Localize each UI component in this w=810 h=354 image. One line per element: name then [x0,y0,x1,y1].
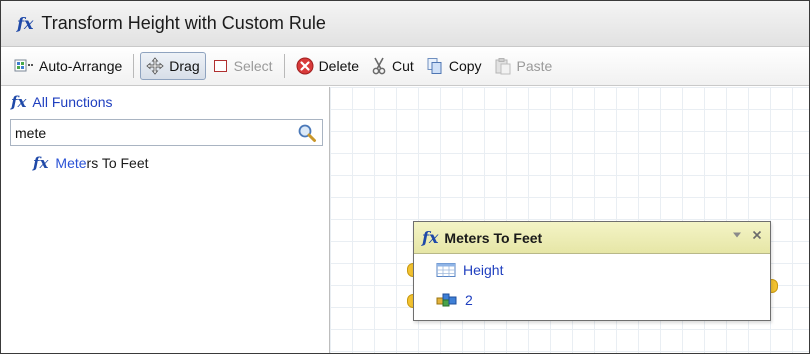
copy-button[interactable]: Copy [421,52,487,80]
node-header[interactable]: fx Meters To Feet [414,222,770,254]
function-icon: fx [33,153,49,172]
paste-label: Paste [516,58,553,74]
node-input-label: Height [463,262,504,278]
select-label: Select [233,58,273,74]
node-title: Meters To Feet [444,229,543,246]
select-box-icon [213,58,229,74]
node-input-label: 2 [465,292,473,308]
node-controls [722,230,762,240]
paste-button[interactable]: Paste [489,52,558,80]
function-icon: fx [422,227,439,247]
table-field-icon [436,262,456,278]
close-icon[interactable] [752,230,762,240]
toolbar: Auto-Arrange Drag Select Delete Cut Copy… [1,47,809,86]
copy-icon [426,57,444,75]
functions-panel: fx All Functions fx Meters To Feet [1,87,330,353]
drag-label: Drag [169,58,200,74]
constant-blocks-icon [436,292,458,308]
function-result-rest: rs To Feet [86,155,149,171]
node-input-constant[interactable]: 2 [436,292,473,308]
paste-icon [494,57,512,75]
window-title: Transform Height with Custom Rule [41,13,326,33]
cut-button[interactable]: Cut [366,52,419,80]
move-arrows-icon [146,57,164,75]
copy-label: Copy [448,58,482,74]
function-result-meters-to-feet[interactable]: fx Mete rs To Feet [33,155,149,171]
search-match-text: Mete [55,155,87,171]
scissors-icon [371,57,387,75]
select-button[interactable]: Select [208,52,278,80]
all-functions-link[interactable]: fx All Functions [11,94,113,110]
function-icon: fx [17,13,34,33]
rule-canvas[interactable]: fx Meters To Feet Height 2 [330,87,809,353]
function-search-box [10,119,323,146]
toolbar-separator [283,54,285,78]
auto-arrange-button[interactable]: Auto-Arrange [9,52,127,80]
auto-arrange-label: Auto-Arrange [39,58,123,74]
title-bar: fx Transform Height with Custom Rule [1,1,809,47]
all-functions-label: All Functions [32,94,113,110]
delete-icon [296,57,314,75]
delete-button[interactable]: Delete [291,52,364,80]
dropdown-arrow-icon[interactable] [732,231,742,239]
drag-button[interactable]: Drag [140,52,206,80]
transform-dialog: fx Transform Height with Custom Rule Aut… [0,0,810,354]
function-icon: fx [11,92,27,111]
node-input-height[interactable]: Height [436,262,503,278]
cut-label: Cut [392,58,414,74]
function-search-input[interactable] [15,123,285,142]
function-node-meters-to-feet[interactable]: fx Meters To Feet Height 2 [413,221,771,321]
auto-arrange-icon [14,58,34,74]
toolbar-separator [133,54,135,78]
delete-label: Delete [318,58,360,74]
search-icon[interactable] [297,123,317,148]
